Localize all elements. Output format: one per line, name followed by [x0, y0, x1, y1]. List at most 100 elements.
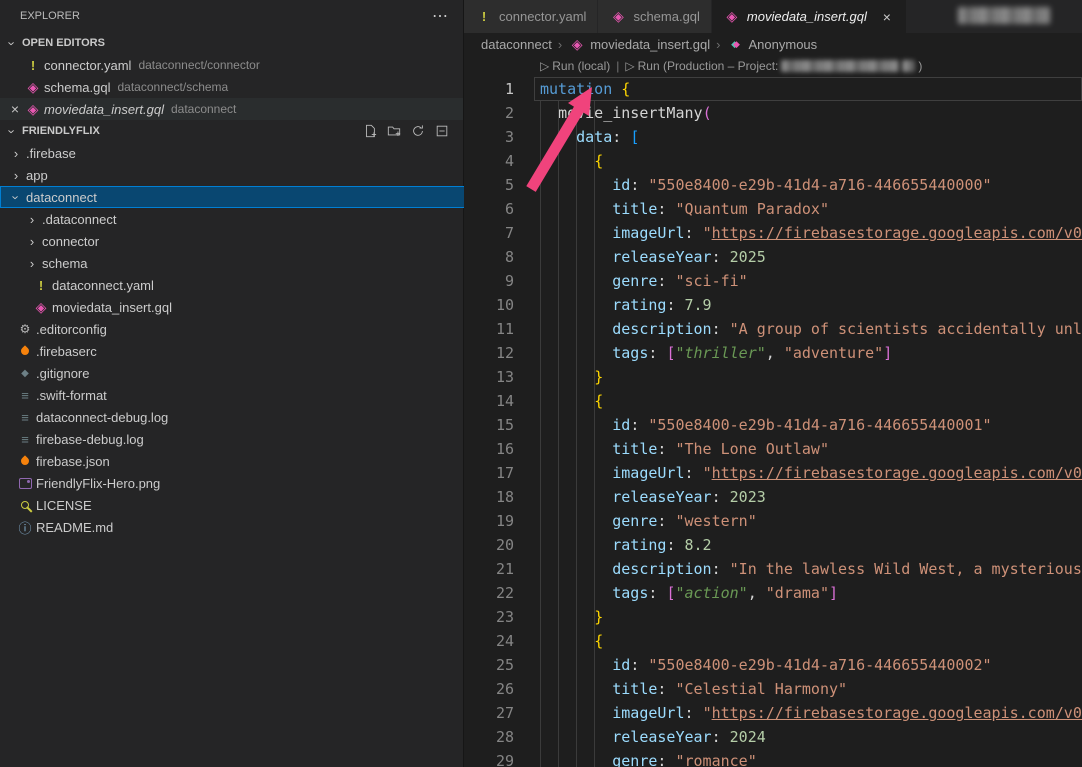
code-line[interactable]: 19 genre: "western" [464, 509, 1082, 533]
code-editor[interactable]: 1mutation {2 movie_insertMany(3 data: [4… [464, 77, 1082, 767]
line-number[interactable]: 18 [464, 485, 514, 509]
line-number[interactable]: 19 [464, 509, 514, 533]
code-line[interactable]: 20 rating: 8.2 [464, 533, 1082, 557]
code-line[interactable]: 5 id: "550e8400-e29b-41d4-a716-446655440… [464, 173, 1082, 197]
tree-item--firebase[interactable]: ›.firebase [0, 142, 471, 164]
line-number[interactable]: 22 [464, 581, 514, 605]
code-line[interactable]: 6 title: "Quantum Paradox" [464, 197, 1082, 221]
code-line[interactable]: 21 description: "In the lawless Wild Wes… [464, 557, 1082, 581]
tree-item-app[interactable]: ›app [0, 164, 471, 186]
line-number[interactable]: 27 [464, 701, 514, 725]
code-line[interactable]: 4 { [464, 149, 1082, 173]
code-line[interactable]: 10 rating: 7.9 [464, 293, 1082, 317]
code-line[interactable]: 12 tags: ["thriller", "adventure"] [464, 341, 1082, 365]
line-number[interactable]: 21 [464, 557, 514, 581]
code-line[interactable]: 26 title: "Celestial Harmony" [464, 677, 1082, 701]
line-number[interactable]: 7 [464, 221, 514, 245]
line-number[interactable]: 14 [464, 389, 514, 413]
tree-item-friendlyflix-hero-png[interactable]: FriendlyFlix-Hero.png [0, 472, 479, 494]
tree-item--editorconfig[interactable]: ⚙.editorconfig [0, 318, 479, 340]
tree-item-dataconnect-yaml[interactable]: !dataconnect.yaml [0, 274, 495, 296]
line-number[interactable]: 20 [464, 533, 514, 557]
code-line[interactable]: 18 releaseYear: 2023 [464, 485, 1082, 509]
code-line[interactable]: 24 { [464, 629, 1082, 653]
close-tab-icon[interactable]: × [879, 9, 895, 25]
close-editor-icon[interactable]: × [6, 101, 24, 117]
run-local-link[interactable]: ▷ Run (local) [540, 59, 610, 73]
line-number[interactable]: 8 [464, 245, 514, 269]
line-number[interactable]: 10 [464, 293, 514, 317]
open-editor-item[interactable]: ◈schema.gqldataconnect/schema [0, 76, 463, 98]
line-number[interactable]: 29 [464, 749, 514, 767]
tree-item-firebase-debug-log[interactable]: ≡firebase-debug.log [0, 428, 479, 450]
line-number[interactable]: 5 [464, 173, 514, 197]
line-number[interactable]: 12 [464, 341, 514, 365]
code-line[interactable]: 11 description: "A group of scientists a… [464, 317, 1082, 341]
line-number[interactable]: 3 [464, 125, 514, 149]
chevron-down-icon: › [5, 35, 20, 51]
line-number[interactable]: 11 [464, 317, 514, 341]
line-number[interactable]: 24 [464, 629, 514, 653]
line-number[interactable]: 28 [464, 725, 514, 749]
open-editor-item[interactable]: !connector.yamldataconnect/connector [0, 54, 463, 76]
workspace-section-header[interactable]: › FRIENDLYFLIX [0, 120, 463, 142]
breadcrumb-item-anonymous[interactable]: ◆◆Anonymous [727, 37, 818, 52]
tree-item--gitignore[interactable]: ◆.gitignore [0, 362, 479, 384]
tab-moviedata-insert-gql[interactable]: ◈moviedata_insert.gql× [712, 0, 907, 33]
code-line[interactable]: 23 } [464, 605, 1082, 629]
code-line[interactable]: 17 imageUrl: "https://firebasestorage.go… [464, 461, 1082, 485]
code-line[interactable]: 28 releaseYear: 2024 [464, 725, 1082, 749]
code-line[interactable]: 3 data: [ [464, 125, 1082, 149]
tree-item-license[interactable]: LICENSE [0, 494, 479, 516]
breadcrumb-item-moviedata-insert-gql[interactable]: ◈moviedata_insert.gql [568, 36, 710, 53]
tree-item-firebase-json[interactable]: firebase.json [0, 450, 479, 472]
code-line[interactable]: 14 { [464, 389, 1082, 413]
code-line[interactable]: 13 } [464, 365, 1082, 389]
token [540, 344, 612, 362]
new-file-icon[interactable] [363, 124, 377, 138]
code-line[interactable]: 8 releaseYear: 2025 [464, 245, 1082, 269]
line-number[interactable]: 23 [464, 605, 514, 629]
code-line[interactable]: 15 id: "550e8400-e29b-41d4-a716-44665544… [464, 413, 1082, 437]
code-line[interactable]: 25 id: "550e8400-e29b-41d4-a716-44665544… [464, 653, 1082, 677]
tree-item--firebaserc[interactable]: .firebaserc [0, 340, 479, 362]
line-number[interactable]: 2 [464, 101, 514, 125]
code-line[interactable]: 2 movie_insertMany( [464, 101, 1082, 125]
tree-item-connector[interactable]: ›connector [0, 230, 487, 252]
tree-item-schema[interactable]: ›schema [0, 252, 487, 274]
line-number[interactable]: 9 [464, 269, 514, 293]
code-line[interactable]: 9 genre: "sci-fi" [464, 269, 1082, 293]
code-line[interactable]: 27 imageUrl: "https://firebasestorage.go… [464, 701, 1082, 725]
code-line[interactable]: 22 tags: ["action", "drama"] [464, 581, 1082, 605]
refresh-icon[interactable] [411, 124, 425, 138]
line-number[interactable]: 16 [464, 437, 514, 461]
tree-item-moviedata-insert-gql[interactable]: ◈moviedata_insert.gql [0, 296, 495, 318]
code-line[interactable]: 1mutation { [464, 77, 1082, 101]
tree-item-dataconnect-debug-log[interactable]: ≡dataconnect-debug.log [0, 406, 479, 428]
open-editor-item[interactable]: ×◈moviedata_insert.gqldataconnect [0, 98, 463, 120]
code-line[interactable]: 7 imageUrl: "https://firebasestorage.goo… [464, 221, 1082, 245]
line-number[interactable]: 25 [464, 653, 514, 677]
tree-item-readme-md[interactable]: ⓘREADME.md [0, 516, 479, 538]
tab-connector-yaml[interactable]: !connector.yaml [464, 0, 598, 33]
open-editors-section-header[interactable]: › OPEN EDITORS [0, 32, 463, 54]
line-number[interactable]: 13 [464, 365, 514, 389]
breadcrumb-item-dataconnect[interactable]: dataconnect [481, 37, 552, 52]
tree-item--dataconnect[interactable]: ›.dataconnect [0, 208, 487, 230]
line-number[interactable]: 26 [464, 677, 514, 701]
tree-item-label: README.md [36, 520, 113, 535]
run-production-link[interactable]: ▷ Run (Production – Project: ) [625, 59, 922, 73]
tree-item--swift-format[interactable]: ≡.swift-format [0, 384, 479, 406]
code-line[interactable]: 29 genre: "romance" [464, 749, 1082, 767]
line-number[interactable]: 17 [464, 461, 514, 485]
line-number[interactable]: 15 [464, 413, 514, 437]
tab-schema-gql[interactable]: ◈schema.gql [598, 0, 711, 33]
line-number[interactable]: 6 [464, 197, 514, 221]
new-folder-icon[interactable] [387, 124, 401, 138]
more-actions-icon[interactable]: ⋯ [432, 6, 449, 26]
tree-item-dataconnect[interactable]: ›dataconnect [0, 186, 471, 208]
code-line[interactable]: 16 title: "The Lone Outlaw" [464, 437, 1082, 461]
collapse-all-icon[interactable] [435, 124, 449, 138]
line-number[interactable]: 4 [464, 149, 514, 173]
line-number[interactable]: 1 [464, 77, 514, 101]
